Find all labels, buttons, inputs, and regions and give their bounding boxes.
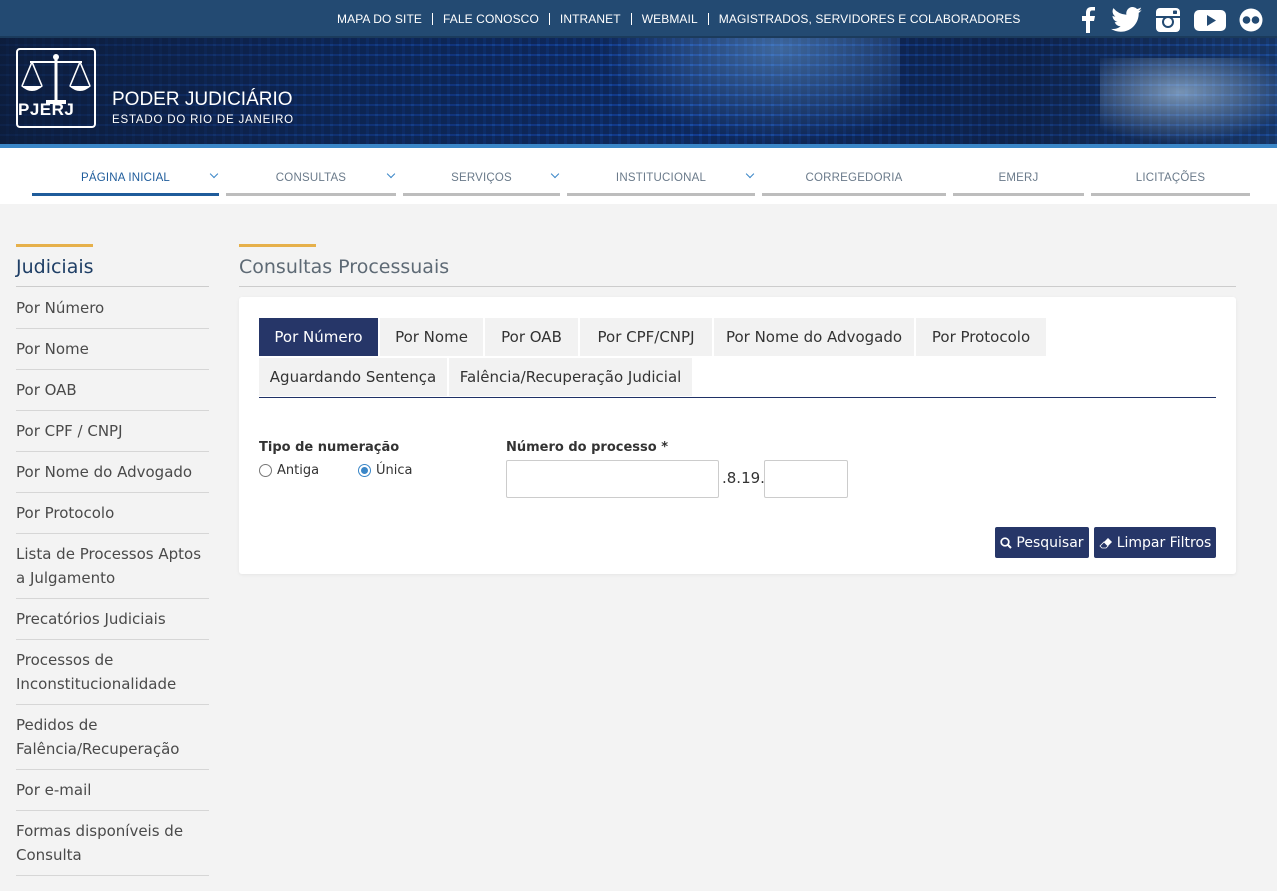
instagram-icon[interactable] (1155, 7, 1181, 33)
nav-item-label: SERVIÇOS (451, 171, 512, 184)
clear-filters-button[interactable]: Limpar Filtros (1094, 527, 1216, 558)
radio-circle[interactable] (259, 464, 272, 477)
search-button-label: Pesquisar (1016, 534, 1084, 551)
sidebar-item-falencia-recuperacao[interactable]: Pedidos de Falência/Recuperação (16, 705, 209, 770)
nav-item-label: LICITAÇÕES (1135, 171, 1206, 184)
sidebar-item-inconstitucionalidade[interactable]: Processos de Inconstitucionalidade (16, 640, 209, 705)
tab-por-cpf-cnpj[interactable]: Por CPF/CNPJ (580, 318, 712, 356)
search-icon (1000, 536, 1013, 549)
sidebar-item-por-nome[interactable]: Por Nome (16, 329, 209, 370)
main-nav: PÁGINA INICIAL CONSULTAS SERVIÇOS INSTIT… (0, 148, 1277, 204)
radio-unica-label: Única (376, 463, 413, 478)
top-links: MAPA DO SITE FALE CONOSCO INTRANET WEBMA… (327, 0, 1031, 38)
nav-item-label: EMERJ (998, 171, 1039, 184)
tab-por-protocolo[interactable]: Por Protocolo (916, 318, 1046, 356)
facebook-icon[interactable] (1077, 7, 1099, 33)
top-link-fale-conosco[interactable]: FALE CONOSCO (432, 13, 549, 25)
sidebar-item-por-email[interactable]: Por e-mail (16, 770, 209, 811)
sidebar-title-rule (16, 286, 209, 287)
sidebar-item-por-numero[interactable]: Por Número (16, 288, 209, 329)
sidebar-item-por-cpf-cnpj[interactable]: Por CPF / CNPJ (16, 411, 209, 452)
content-accent-bar (239, 244, 316, 247)
site-title: PODER JUDICIÁRIO (112, 89, 293, 110)
eraser-icon (1099, 537, 1112, 548)
site-header: PJERJ PODER JUDICIÁRIO ESTADO DO RIO DE … (0, 38, 1277, 144)
nav-item-institucional[interactable]: INSTITUCIONAL (567, 162, 755, 196)
page-title: Consultas Processuais (239, 256, 450, 278)
chevron-down-icon (209, 169, 219, 179)
sidebar-item-por-protocolo[interactable]: Por Protocolo (16, 493, 209, 534)
sidebar-item-lista-processos-aptos[interactable]: Lista de Processos Aptos a Julgamento (16, 534, 209, 599)
tipo-numeracao-label: Tipo de numeração (259, 440, 400, 455)
numero-processo-label: Número do processo * (506, 440, 669, 455)
top-link-mapa-do-site[interactable]: MAPA DO SITE (327, 13, 432, 25)
search-button[interactable]: Pesquisar (995, 527, 1089, 558)
sidebar-menu: Por Número Por Nome Por OAB Por CPF / CN… (16, 288, 209, 876)
logo-text: PJERJ (18, 100, 75, 119)
page-title-rule (239, 286, 1236, 287)
nav-item-licitacoes[interactable]: LICITAÇÕES (1091, 162, 1250, 196)
tab-por-nome[interactable]: Por Nome (380, 318, 483, 356)
header-background-light-2 (1100, 58, 1277, 144)
nav-item-corregedoria[interactable]: CORREGEDORIA (762, 162, 946, 196)
sidebar-item-por-nome-advogado[interactable]: Por Nome do Advogado (16, 452, 209, 493)
nav-item-consultas[interactable]: CONSULTAS (226, 162, 396, 196)
nav-item-emerj[interactable]: EMERJ (953, 162, 1084, 196)
top-link-webmail[interactable]: WEBMAIL (630, 13, 708, 25)
site-subtitle: ESTADO DO RIO DE JANEIRO (112, 114, 294, 126)
sidebar-item-por-oab[interactable]: Por OAB (16, 370, 209, 411)
social-links (1077, 4, 1263, 36)
radio-unica[interactable]: Única (358, 463, 412, 478)
sidebar-title: Judiciais (16, 256, 94, 278)
radio-antiga-label: Antiga (277, 463, 320, 478)
header-background-light (600, 38, 900, 144)
nav-item-label: CORREGEDORIA (805, 171, 903, 184)
nav-item-label: PÁGINA INICIAL (80, 171, 171, 184)
chevron-down-icon (550, 169, 560, 179)
tab-por-numero[interactable]: Por Número (259, 318, 378, 356)
numero-suffix-input[interactable] (764, 460, 848, 498)
youtube-icon[interactable] (1193, 7, 1227, 33)
tab-por-nome-advogado[interactable]: Por Nome do Advogado (714, 318, 914, 356)
chevron-down-icon (386, 169, 396, 179)
tab-aguardando-sentenca[interactable]: Aguardando Sentença (259, 358, 447, 396)
clear-filters-button-label: Limpar Filtros (1116, 534, 1212, 551)
chevron-down-icon (745, 169, 755, 179)
flickr-icon[interactable] (1239, 8, 1263, 32)
tab-por-oab[interactable]: Por OAB (485, 318, 578, 356)
numero-separator: .8.19. (722, 469, 765, 487)
twitter-icon[interactable] (1111, 7, 1143, 33)
sidebar-accent-bar (16, 244, 93, 247)
top-link-magistrados[interactable]: MAGISTRADOS, SERVIDORES E COLABORADORES (707, 13, 1031, 25)
radio-antiga[interactable]: Antiga (259, 463, 319, 478)
top-bar: MAPA DO SITE FALE CONOSCO INTRANET WEBMA… (0, 0, 1277, 38)
nav-item-label: CONSULTAS (275, 171, 347, 184)
tab-falencia-recuperacao[interactable]: Falência/Recuperação Judicial (449, 358, 692, 396)
nav-item-servicos[interactable]: SERVIÇOS (403, 162, 560, 196)
nav-item-pagina-inicial[interactable]: PÁGINA INICIAL (32, 162, 219, 196)
radio-circle-selected[interactable] (358, 464, 371, 477)
sidebar-item-formas-consulta[interactable]: Formas disponíveis de Consulta (16, 811, 209, 876)
nav-item-label: INSTITUCIONAL (615, 171, 707, 184)
search-tabs: Por Número Por Nome Por OAB Por CPF/CNPJ… (259, 318, 1216, 398)
sidebar-item-precatorios[interactable]: Precatórios Judiciais (16, 599, 209, 640)
top-link-intranet[interactable]: INTRANET (548, 13, 631, 25)
numero-processo-input[interactable] (506, 460, 719, 498)
